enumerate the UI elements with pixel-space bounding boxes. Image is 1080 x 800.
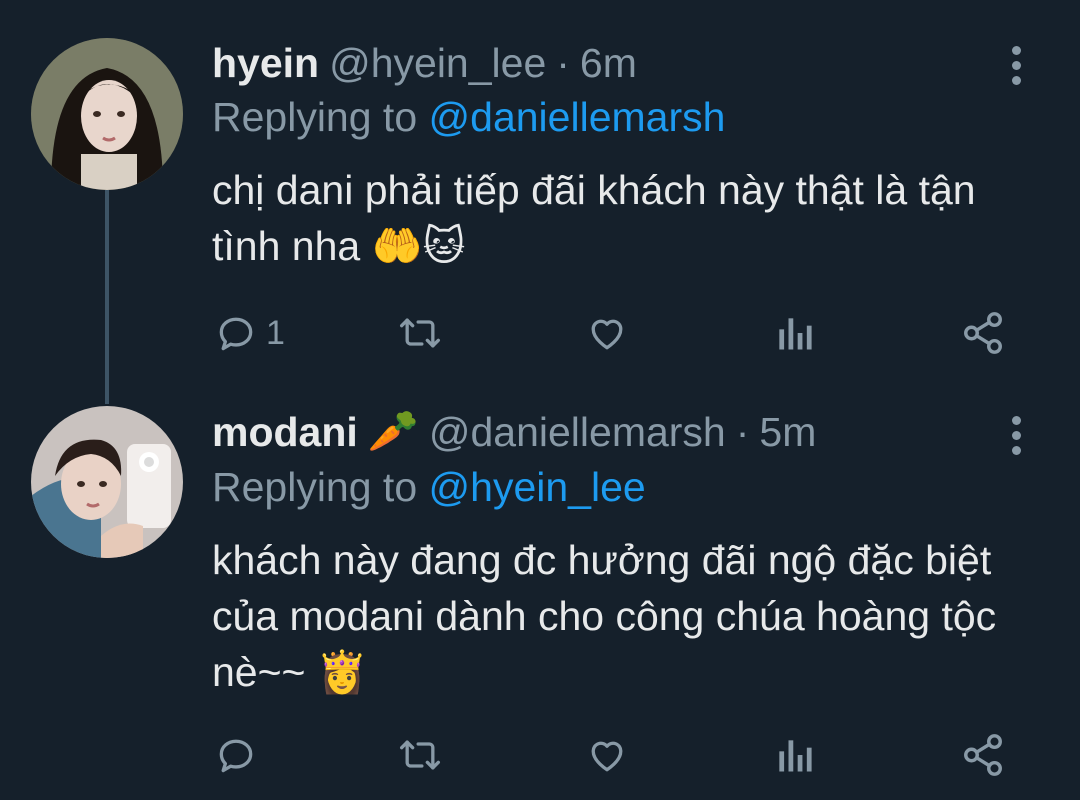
timestamp[interactable]: 6m xyxy=(580,40,637,87)
retweet-button[interactable] xyxy=(396,308,444,358)
replying-to: Replying to @daniellemarsh xyxy=(212,94,725,141)
like-button[interactable] xyxy=(584,730,630,780)
timestamp[interactable]: 5m xyxy=(759,409,816,456)
like-button[interactable] xyxy=(584,308,630,358)
thread-connector-line xyxy=(105,190,109,404)
avatar-hyein[interactable] xyxy=(31,38,183,190)
share-button[interactable] xyxy=(960,308,1006,358)
tweet-text: khách này đang đc hưởng đãi ngộ đặc biệt… xyxy=(212,537,997,695)
user-handle[interactable]: @daniellemarsh xyxy=(429,409,726,456)
replying-to-mention[interactable]: @hyein_lee xyxy=(429,464,646,510)
reply-count: 1 xyxy=(266,313,285,352)
tweet-actions xyxy=(212,730,1012,780)
more-vertical-icon[interactable] xyxy=(1006,416,1026,455)
tweet-2[interactable]: modani 🥕 @daniellemarsh · 5m Replying to… xyxy=(0,400,1080,800)
analytics-icon xyxy=(779,740,812,772)
user-handle[interactable]: @hyein_lee xyxy=(329,40,546,87)
reply-icon xyxy=(219,739,253,773)
heart-icon xyxy=(591,741,623,772)
replying-to-prefix: Replying to xyxy=(212,94,418,140)
separator: · xyxy=(556,40,570,86)
share-icon xyxy=(964,734,1002,776)
replying-to: Replying to @hyein_lee xyxy=(212,464,646,511)
reply-icon xyxy=(219,317,253,351)
analytics-button[interactable] xyxy=(774,730,814,780)
retweet-icon xyxy=(400,318,440,348)
tweet-text: chị dani phải tiếp đãi khách này thật là… xyxy=(212,167,976,269)
separator: · xyxy=(735,408,750,455)
display-name[interactable]: hyein xyxy=(212,40,319,87)
share-icon xyxy=(964,312,1002,354)
retweet-icon xyxy=(400,740,440,770)
tweet-1[interactable]: hyein @hyein_lee · 6m Replying to @danie… xyxy=(0,0,1080,404)
share-button[interactable] xyxy=(960,730,1006,780)
analytics-button[interactable] xyxy=(774,308,814,358)
more-vertical-icon[interactable] xyxy=(1006,46,1026,85)
avatar-modani[interactable] xyxy=(31,406,183,558)
reply-button[interactable] xyxy=(214,730,266,780)
retweet-button[interactable] xyxy=(396,730,444,780)
display-name[interactable]: modani xyxy=(212,409,358,456)
analytics-icon xyxy=(779,318,812,350)
reply-button[interactable]: 1 xyxy=(214,308,285,358)
replying-to-mention[interactable]: @daniellemarsh xyxy=(429,94,726,140)
replying-to-prefix: Replying to xyxy=(212,464,418,510)
tweet-header: modani 🥕 @daniellemarsh · 5m xyxy=(212,408,816,456)
tweet-header: hyein @hyein_lee · 6m xyxy=(212,40,637,87)
tweet-actions: 1 xyxy=(212,308,1012,358)
heart-icon xyxy=(591,319,623,350)
display-name-emoji: 🥕 xyxy=(367,408,419,454)
